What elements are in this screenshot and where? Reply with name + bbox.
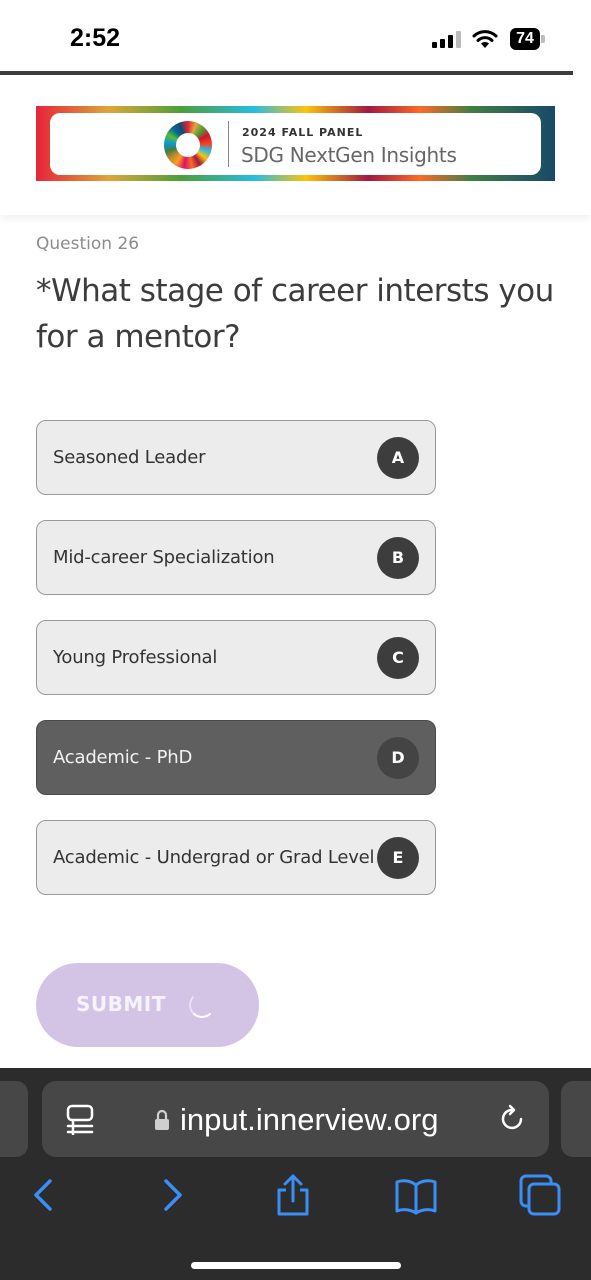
survey-header: 2024 FALL PANEL SDG NextGen Insights xyxy=(0,75,591,215)
battery-icon: 74 xyxy=(510,28,540,50)
home-indicator xyxy=(191,1262,401,1269)
option-c[interactable]: Young Professional C xyxy=(36,620,436,695)
option-key-badge: B xyxy=(377,537,419,579)
option-e[interactable]: Academic - Undergrad or Grad Level E xyxy=(36,820,436,895)
option-label: Mid-career Specialization xyxy=(53,547,275,568)
question-number: Question 26 xyxy=(36,234,140,254)
tabs-icon[interactable] xyxy=(518,1173,562,1217)
sdg-wheel-logo xyxy=(164,121,212,169)
banner-title: SDG NextGen Insights xyxy=(241,143,457,167)
option-b[interactable]: Mid-career Specialization B xyxy=(36,520,436,595)
banner-subtitle: 2024 FALL PANEL xyxy=(242,126,364,139)
status-bar: 2:52 74 xyxy=(0,0,591,72)
browser-toolbar: input.innerview.org xyxy=(0,1068,591,1280)
reader-icon[interactable] xyxy=(64,1103,96,1137)
status-time: 2:52 xyxy=(70,24,121,52)
banner-separator xyxy=(228,121,229,167)
address-bar[interactable]: input.innerview.org xyxy=(42,1081,549,1157)
option-key-badge: A xyxy=(377,437,419,479)
wifi-icon xyxy=(472,30,498,48)
signal-icon xyxy=(432,30,464,48)
back-icon[interactable] xyxy=(22,1173,66,1217)
submit-label: SUBMIT xyxy=(76,992,166,1016)
loading-spinner-icon xyxy=(189,992,215,1018)
lock-icon xyxy=(155,1109,169,1130)
question-text: *What stage of career intersts you for a… xyxy=(36,273,554,355)
option-label: Academic - PhD xyxy=(53,747,193,768)
url-text: input.innerview.org xyxy=(180,1102,439,1137)
option-d[interactable]: Academic - PhD D xyxy=(36,720,436,795)
option-label: Young Professional xyxy=(53,647,218,668)
forward-icon[interactable] xyxy=(150,1173,194,1217)
option-key-badge: C xyxy=(377,637,419,679)
option-label: Seasoned Leader xyxy=(53,447,206,468)
submit-button[interactable]: SUBMIT xyxy=(36,963,259,1047)
previous-tab-preview[interactable] xyxy=(0,1081,28,1157)
panel-banner: 2024 FALL PANEL SDG NextGen Insights xyxy=(36,106,555,181)
option-key-badge: E xyxy=(377,837,419,879)
bookmarks-icon[interactable] xyxy=(394,1173,438,1217)
option-key-badge: D xyxy=(377,737,419,779)
reload-icon[interactable] xyxy=(497,1104,527,1134)
option-a[interactable]: Seasoned Leader A xyxy=(36,420,436,495)
share-icon[interactable] xyxy=(271,1173,315,1217)
banner-inner: 2024 FALL PANEL SDG NextGen Insights xyxy=(50,113,541,175)
battery-tip xyxy=(541,35,545,43)
next-tab-preview[interactable] xyxy=(561,1081,591,1157)
option-label: Academic - Undergrad or Grad Level xyxy=(53,847,375,868)
